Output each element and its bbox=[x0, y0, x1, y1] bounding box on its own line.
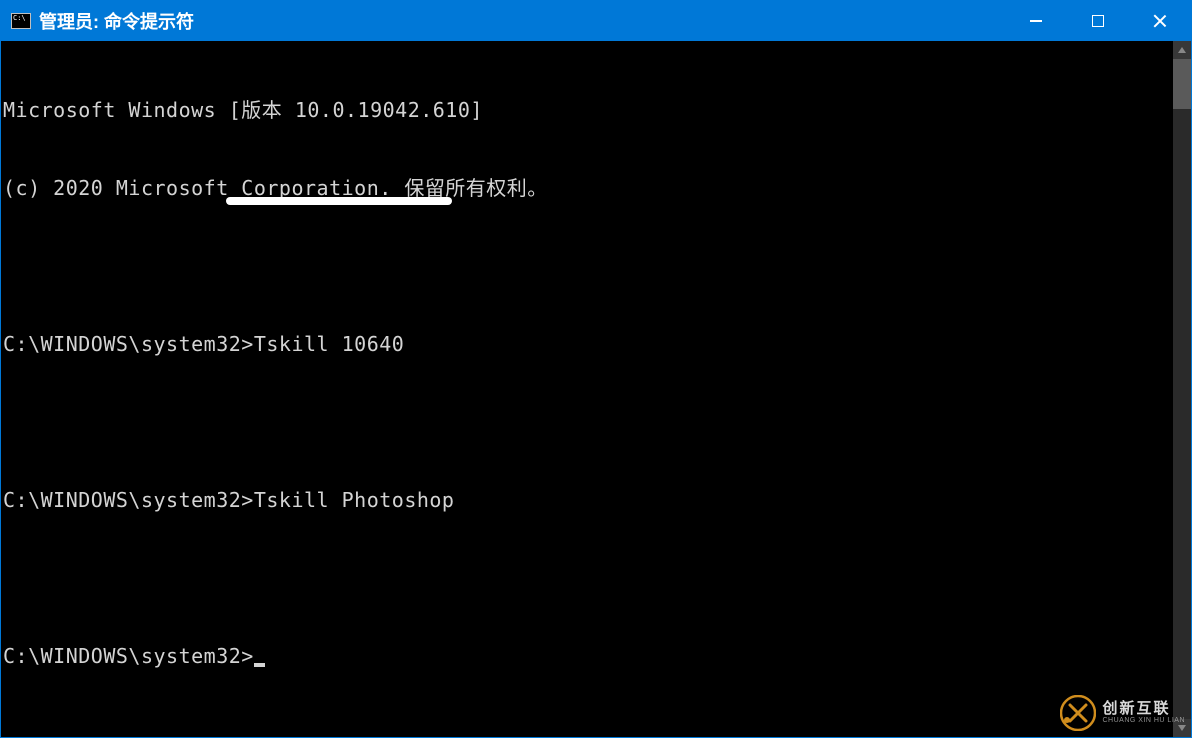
window-controls bbox=[1005, 1, 1191, 41]
highlight-underline bbox=[226, 197, 452, 205]
scrollbar-track[interactable] bbox=[1173, 59, 1191, 719]
maximize-icon bbox=[1092, 15, 1104, 27]
watermark-text: 创新互联 CHUANG XIN HU LIAN bbox=[1102, 701, 1185, 725]
app-icon bbox=[11, 13, 31, 29]
watermark-cn: 创新互联 bbox=[1102, 701, 1185, 718]
terminal-line: C:\WINDOWS\system32>Tskill Photoshop bbox=[3, 487, 1171, 513]
scrollbar-up-button[interactable] bbox=[1173, 41, 1191, 59]
terminal-output[interactable]: Microsoft Windows [版本 10.0.19042.610] (c… bbox=[1, 41, 1173, 737]
terminal-line: Microsoft Windows [版本 10.0.19042.610] bbox=[3, 97, 1171, 123]
terminal-line bbox=[3, 253, 1171, 279]
watermark-en: CHUANG XIN HU LIAN bbox=[1102, 717, 1185, 725]
watermark-logo-icon bbox=[1060, 695, 1096, 731]
terminal-prompt-line: C:\WINDOWS\system32> bbox=[3, 643, 1171, 669]
terminal-prompt: C:\WINDOWS\system32> bbox=[3, 644, 254, 668]
minimize-button[interactable] bbox=[1005, 1, 1067, 41]
scrollbar-thumb[interactable] bbox=[1173, 59, 1191, 109]
terminal-line bbox=[3, 409, 1171, 435]
watermark: 创新互联 CHUANG XIN HU LIAN bbox=[1060, 695, 1185, 731]
cursor-icon bbox=[254, 663, 265, 667]
command-prompt-window: 管理员: 命令提示符 Microsoft Windows [版本 10.0.19… bbox=[0, 0, 1192, 738]
close-icon bbox=[1153, 14, 1167, 28]
minimize-icon bbox=[1030, 20, 1042, 22]
terminal-line: (c) 2020 Microsoft Corporation. 保留所有权利。 bbox=[3, 175, 1171, 201]
terminal-line: C:\WINDOWS\system32>Tskill 10640 bbox=[3, 331, 1171, 357]
vertical-scrollbar[interactable] bbox=[1173, 41, 1191, 737]
titlebar[interactable]: 管理员: 命令提示符 bbox=[1, 1, 1191, 41]
terminal-line bbox=[3, 565, 1171, 591]
maximize-button[interactable] bbox=[1067, 1, 1129, 41]
window-title: 管理员: 命令提示符 bbox=[39, 8, 1005, 34]
chevron-up-icon bbox=[1178, 47, 1186, 53]
terminal-container: Microsoft Windows [版本 10.0.19042.610] (c… bbox=[1, 41, 1191, 737]
close-button[interactable] bbox=[1129, 1, 1191, 41]
